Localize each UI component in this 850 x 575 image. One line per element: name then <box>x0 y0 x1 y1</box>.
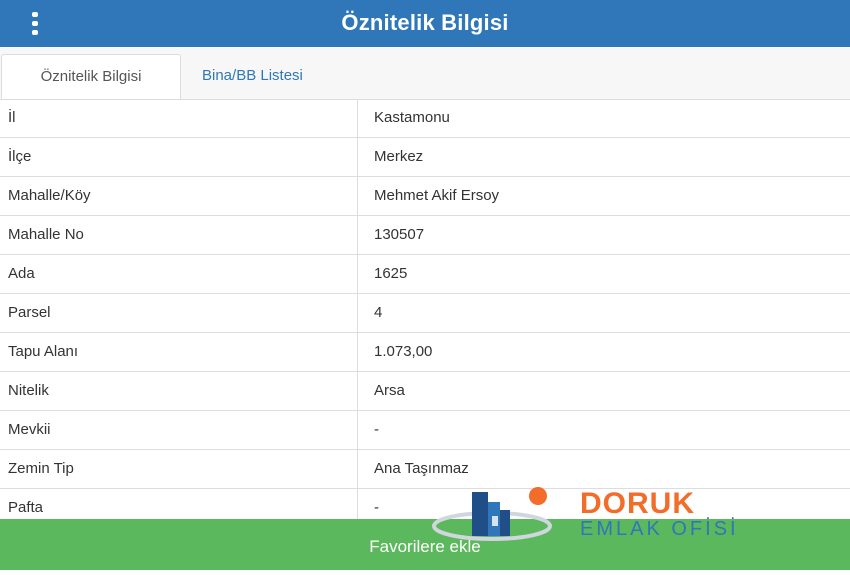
table-row: Parsel 4 <box>0 294 850 333</box>
attribute-value: Arsa <box>374 382 405 399</box>
attribute-value: Ana Taşınmaz <box>374 460 469 477</box>
table-row: İlçe Merkez <box>0 138 850 177</box>
attribute-value: 1625 <box>374 265 408 282</box>
table-row: Mahalle No 130507 <box>0 216 850 255</box>
attribute-value: 4 <box>374 304 383 321</box>
page-title: Öznitelik Bilgisi <box>341 10 509 35</box>
table-row: Mahalle/Köy Mehmet Akif Ersoy <box>0 177 850 216</box>
tab-oznitelik-bilgisi[interactable]: Öznitelik Bilgisi <box>1 54 181 99</box>
table-row: Ada 1625 <box>0 255 850 294</box>
table-row: Mevkii - <box>0 411 850 450</box>
attribute-label: Mahalle/Köy <box>0 177 358 215</box>
attribute-label: Ada <box>0 255 358 293</box>
table-row: Tapu Alanı 1.073,00 <box>0 333 850 372</box>
attribute-value: - <box>374 421 379 438</box>
table-row: Nitelik Arsa <box>0 372 850 411</box>
table-row: İl Kastamonu <box>0 99 850 138</box>
attribute-value: 1.073,00 <box>374 343 433 360</box>
attribute-label: Mevkii <box>0 411 358 449</box>
attribute-label: Zemin Tip <box>0 450 358 488</box>
attribute-value: Mehmet Akif Ersoy <box>374 187 500 204</box>
attribute-label: Nitelik <box>0 372 358 410</box>
attribute-table: İl Kastamonu İlçe Merkez Mahalle/Köy Mehmet A… <box>0 99 850 528</box>
attribute-label: Mahalle No <box>0 216 358 254</box>
add-to-favorites-button[interactable]: Favorilere ekle <box>0 519 850 570</box>
app-header: Öznitelik Bilgisi <box>0 0 850 47</box>
table-row: Zemin Tip Ana Taşınmaz <box>0 450 850 489</box>
attribute-label: Tapu Alanı <box>0 333 358 371</box>
attribute-value: 130507 <box>374 226 425 243</box>
attribute-value: Merkez <box>374 148 424 165</box>
attribute-label: İl <box>0 99 358 137</box>
attribute-label: Parsel <box>0 294 358 332</box>
attribute-value: Kastamonu <box>374 109 450 126</box>
attribute-label: İlçe <box>0 138 358 176</box>
tab-bar: Öznitelik Bilgisi Bina/BB Listesi <box>0 48 850 100</box>
tab-bina-bb-listesi[interactable]: Bina/BB Listesi <box>186 54 319 99</box>
